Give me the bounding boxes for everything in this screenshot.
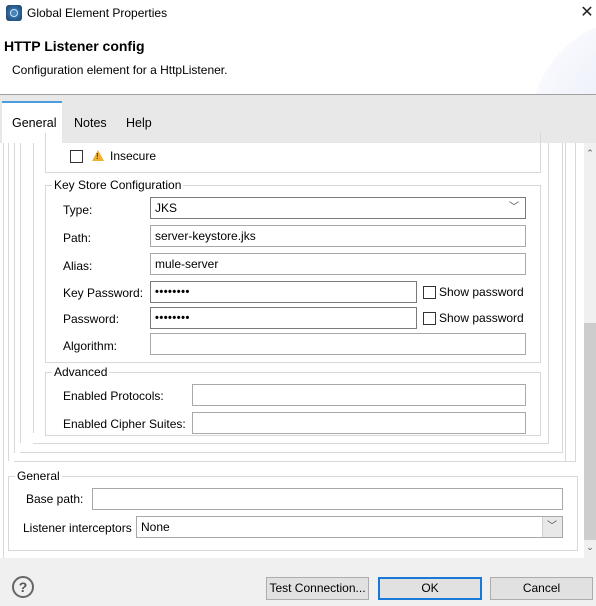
show-password-checkbox[interactable] <box>423 312 436 325</box>
dialog-header: HTTP Listener config Configuration eleme… <box>0 28 596 94</box>
insecure-label: Insecure <box>110 149 157 163</box>
header-decoration <box>530 28 596 94</box>
ok-button[interactable]: OK <box>378 577 482 600</box>
listener-interceptors-value: None <box>141 520 170 534</box>
type-select-value: JKS <box>155 201 178 215</box>
frame-line <box>33 143 34 433</box>
path-input[interactable]: server-keystore.jks <box>150 225 526 247</box>
close-icon[interactable]: ✕ <box>578 3 596 23</box>
frame-line <box>548 143 549 443</box>
base-path-label: Base path: <box>26 492 84 506</box>
password-label: Password: <box>63 312 120 326</box>
key-password-input[interactable]: •••••••• <box>150 281 417 303</box>
frame-line <box>33 443 549 444</box>
frame-line <box>20 143 21 443</box>
algorithm-label: Algorithm: <box>63 339 118 353</box>
warning-icon: ! <box>92 150 104 161</box>
cancel-button[interactable]: Cancel <box>490 577 593 600</box>
chevron-down-icon: ﹀ <box>509 202 519 213</box>
chevron-down-icon: ﹀ <box>547 521 557 532</box>
type-select[interactable]: JKS ﹀ <box>150 197 526 219</box>
frame-line <box>14 143 15 453</box>
key-store-group-label: Key Store Configuration <box>52 178 184 192</box>
frame-line <box>3 143 4 558</box>
scroll-down-icon[interactable]: ⌄ <box>584 540 596 554</box>
show-key-password-label: Show password <box>439 285 524 299</box>
page-description: Configuration element for a HttpListener… <box>12 63 228 77</box>
frame-line <box>565 143 566 461</box>
scrollbar-thumb[interactable] <box>584 323 596 540</box>
enabled-protocols-input[interactable] <box>192 384 526 406</box>
listener-interceptors-label: Listener interceptors <box>23 521 132 535</box>
frame-line <box>562 143 563 453</box>
frame-line <box>20 452 563 453</box>
path-label: Path: <box>63 231 92 245</box>
scroll-up-icon[interactable]: ⌃ <box>584 146 596 160</box>
enabled-cipher-suites-input[interactable] <box>192 412 526 434</box>
insecure-checkbox[interactable] <box>70 150 83 163</box>
algorithm-input[interactable] <box>150 333 526 355</box>
general-group-label: General <box>15 469 62 483</box>
show-password-label: Show password <box>439 311 524 325</box>
enabled-cipher-suites-label: Enabled Cipher Suites: <box>63 417 186 431</box>
title-bar: Global Element Properties ✕ <box>0 0 596 28</box>
enabled-protocols-label: Enabled Protocols: <box>63 389 164 403</box>
help-icon[interactable]: ? <box>12 576 34 598</box>
type-label: Type: <box>63 203 93 217</box>
listener-interceptors-select[interactable]: None ﹀ <box>136 516 563 538</box>
frame-line <box>14 461 576 462</box>
app-icon <box>6 5 22 21</box>
frame-line <box>575 143 576 461</box>
window-title: Global Element Properties <box>27 6 168 20</box>
alias-input[interactable]: mule-server <box>150 253 526 275</box>
password-input[interactable]: •••••••• <box>150 307 417 329</box>
base-path-input[interactable] <box>92 488 563 510</box>
key-password-label: Key Password: <box>63 286 144 300</box>
frame-line <box>8 143 9 461</box>
show-key-password-checkbox[interactable] <box>423 286 436 299</box>
alias-label: Alias: <box>63 259 93 273</box>
advanced-group-label: Advanced <box>52 365 110 379</box>
test-connection-button[interactable]: Test Connection... <box>266 577 369 600</box>
page-title: HTTP Listener config <box>4 38 145 54</box>
